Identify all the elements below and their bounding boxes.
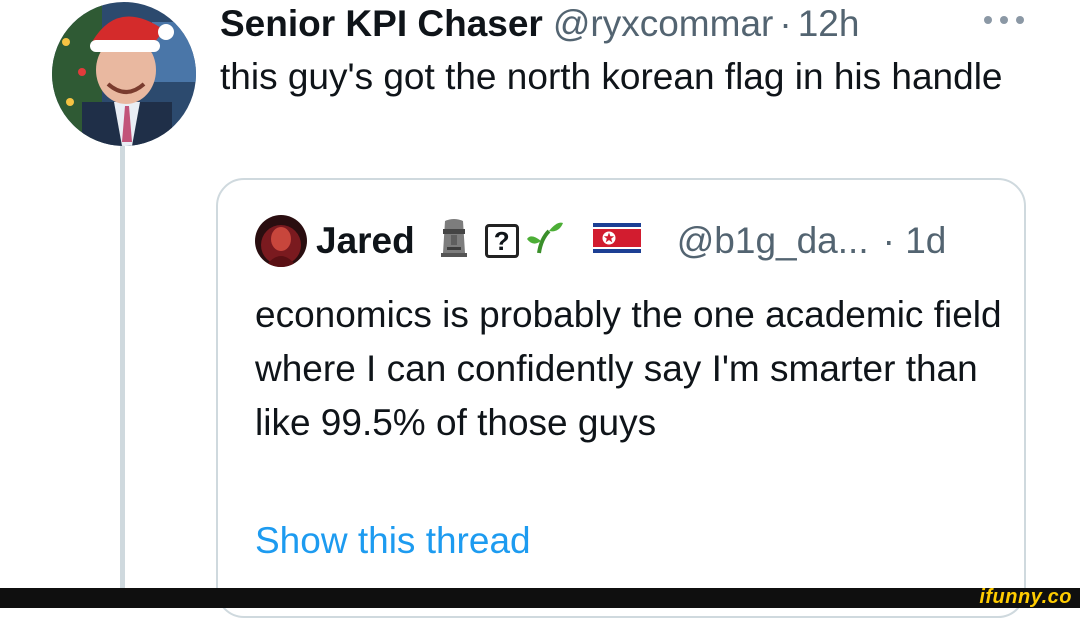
author-avatar[interactable] [52,2,196,146]
north-korea-flag-icon [592,220,641,262]
quote-timestamp[interactable]: · 1d [883,220,947,262]
dot-2 [1000,16,1008,24]
quote-header: Jared ? @b1g_da... · 1d [316,218,946,264]
show-thread-link[interactable]: Show this thread [255,514,531,568]
quote-author-handle[interactable]: @b1g_da... [677,220,869,262]
quote-author-avatar[interactable] [255,215,307,267]
author-handle[interactable]: @ryxcommar [553,3,774,45]
separator-dot: · [779,3,792,44]
thread-connector-line [120,146,125,592]
tweet-text: this guy's got the north korean flag in … [220,56,1003,97]
dot-3 [1016,16,1024,24]
ifunny-watermark: ifunny.co [979,586,1072,608]
tweet-timestamp[interactable]: 12h [798,3,860,45]
tweet-header: Senior KPI Chaser @ryxcommar · 12h [220,2,859,46]
question-box-icon: ? [484,224,519,258]
quote-text: economics is probably the one academic f… [255,294,1002,443]
author-name[interactable]: Senior KPI Chaser [220,3,543,45]
watermark-bar [0,588,1080,608]
quote-author-name[interactable]: Jared [316,220,415,262]
moai-emoji-icon [439,217,469,266]
more-options-icon[interactable] [984,8,1024,32]
dot-1 [984,16,992,24]
seedling-emoji-icon [526,219,565,264]
